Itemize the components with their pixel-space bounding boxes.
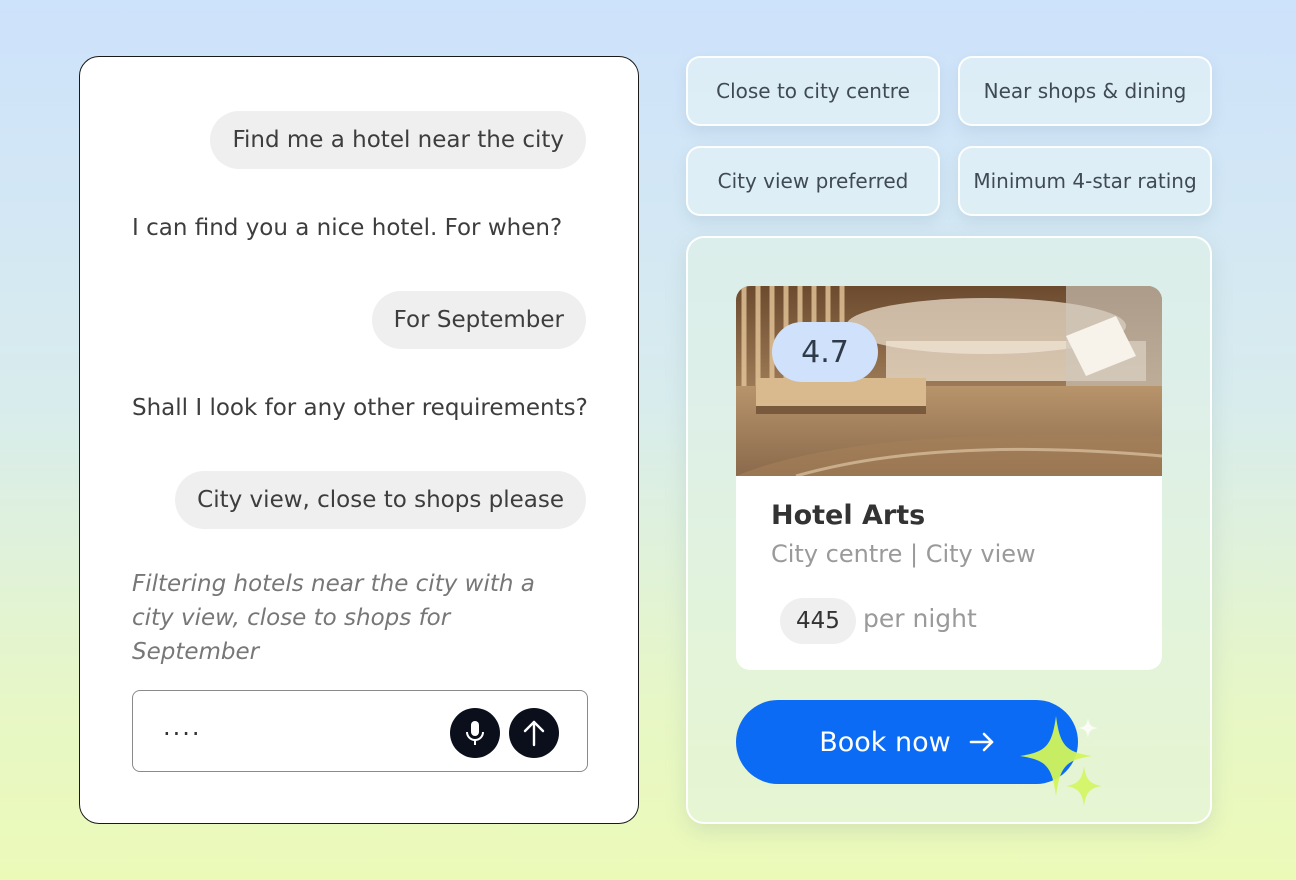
chat-panel: Find me a hotel near the city I can find… (79, 56, 639, 824)
mic-button[interactable] (450, 708, 500, 758)
hotel-location: City centre | City view (771, 540, 1036, 568)
user-message: Find me a hotel near the city (210, 111, 586, 169)
filter-chip-four-star[interactable]: Minimum 4-star rating (958, 146, 1212, 216)
hotel-card[interactable]: 4.7 Hotel Arts City centre | City view 4… (736, 286, 1162, 670)
book-now-label: Book now (819, 726, 951, 758)
price-badge: 445 (780, 598, 856, 644)
chat-input[interactable]: .... (132, 690, 588, 772)
arrow-right-icon (969, 732, 994, 752)
microphone-icon (466, 721, 484, 745)
price-unit: per night (863, 604, 977, 633)
user-message: City view, close to shops please (175, 471, 586, 529)
chat-input-value[interactable]: .... (163, 713, 202, 741)
assistant-message: I can find you a nice hotel. For when? (132, 215, 563, 241)
sparkle-icon (1020, 716, 1102, 806)
hotel-name: Hotel Arts (771, 500, 926, 531)
filter-chip-city-view[interactable]: City view preferred (686, 146, 940, 216)
filter-chip-shops-dining[interactable]: Near shops & dining (958, 56, 1212, 126)
assistant-message: Shall I look for any other requirements? (132, 395, 588, 421)
user-message: For September (371, 291, 586, 349)
hotel-result-panel: 4.7 Hotel Arts City centre | City view 4… (686, 236, 1212, 824)
filter-chip-city-centre[interactable]: Close to city centre (686, 56, 940, 126)
rating-badge: 4.7 (772, 322, 878, 382)
status-message: Filtering hotels near the city with a ci… (132, 571, 535, 665)
send-button[interactable] (509, 708, 559, 758)
arrow-up-icon (523, 720, 545, 747)
